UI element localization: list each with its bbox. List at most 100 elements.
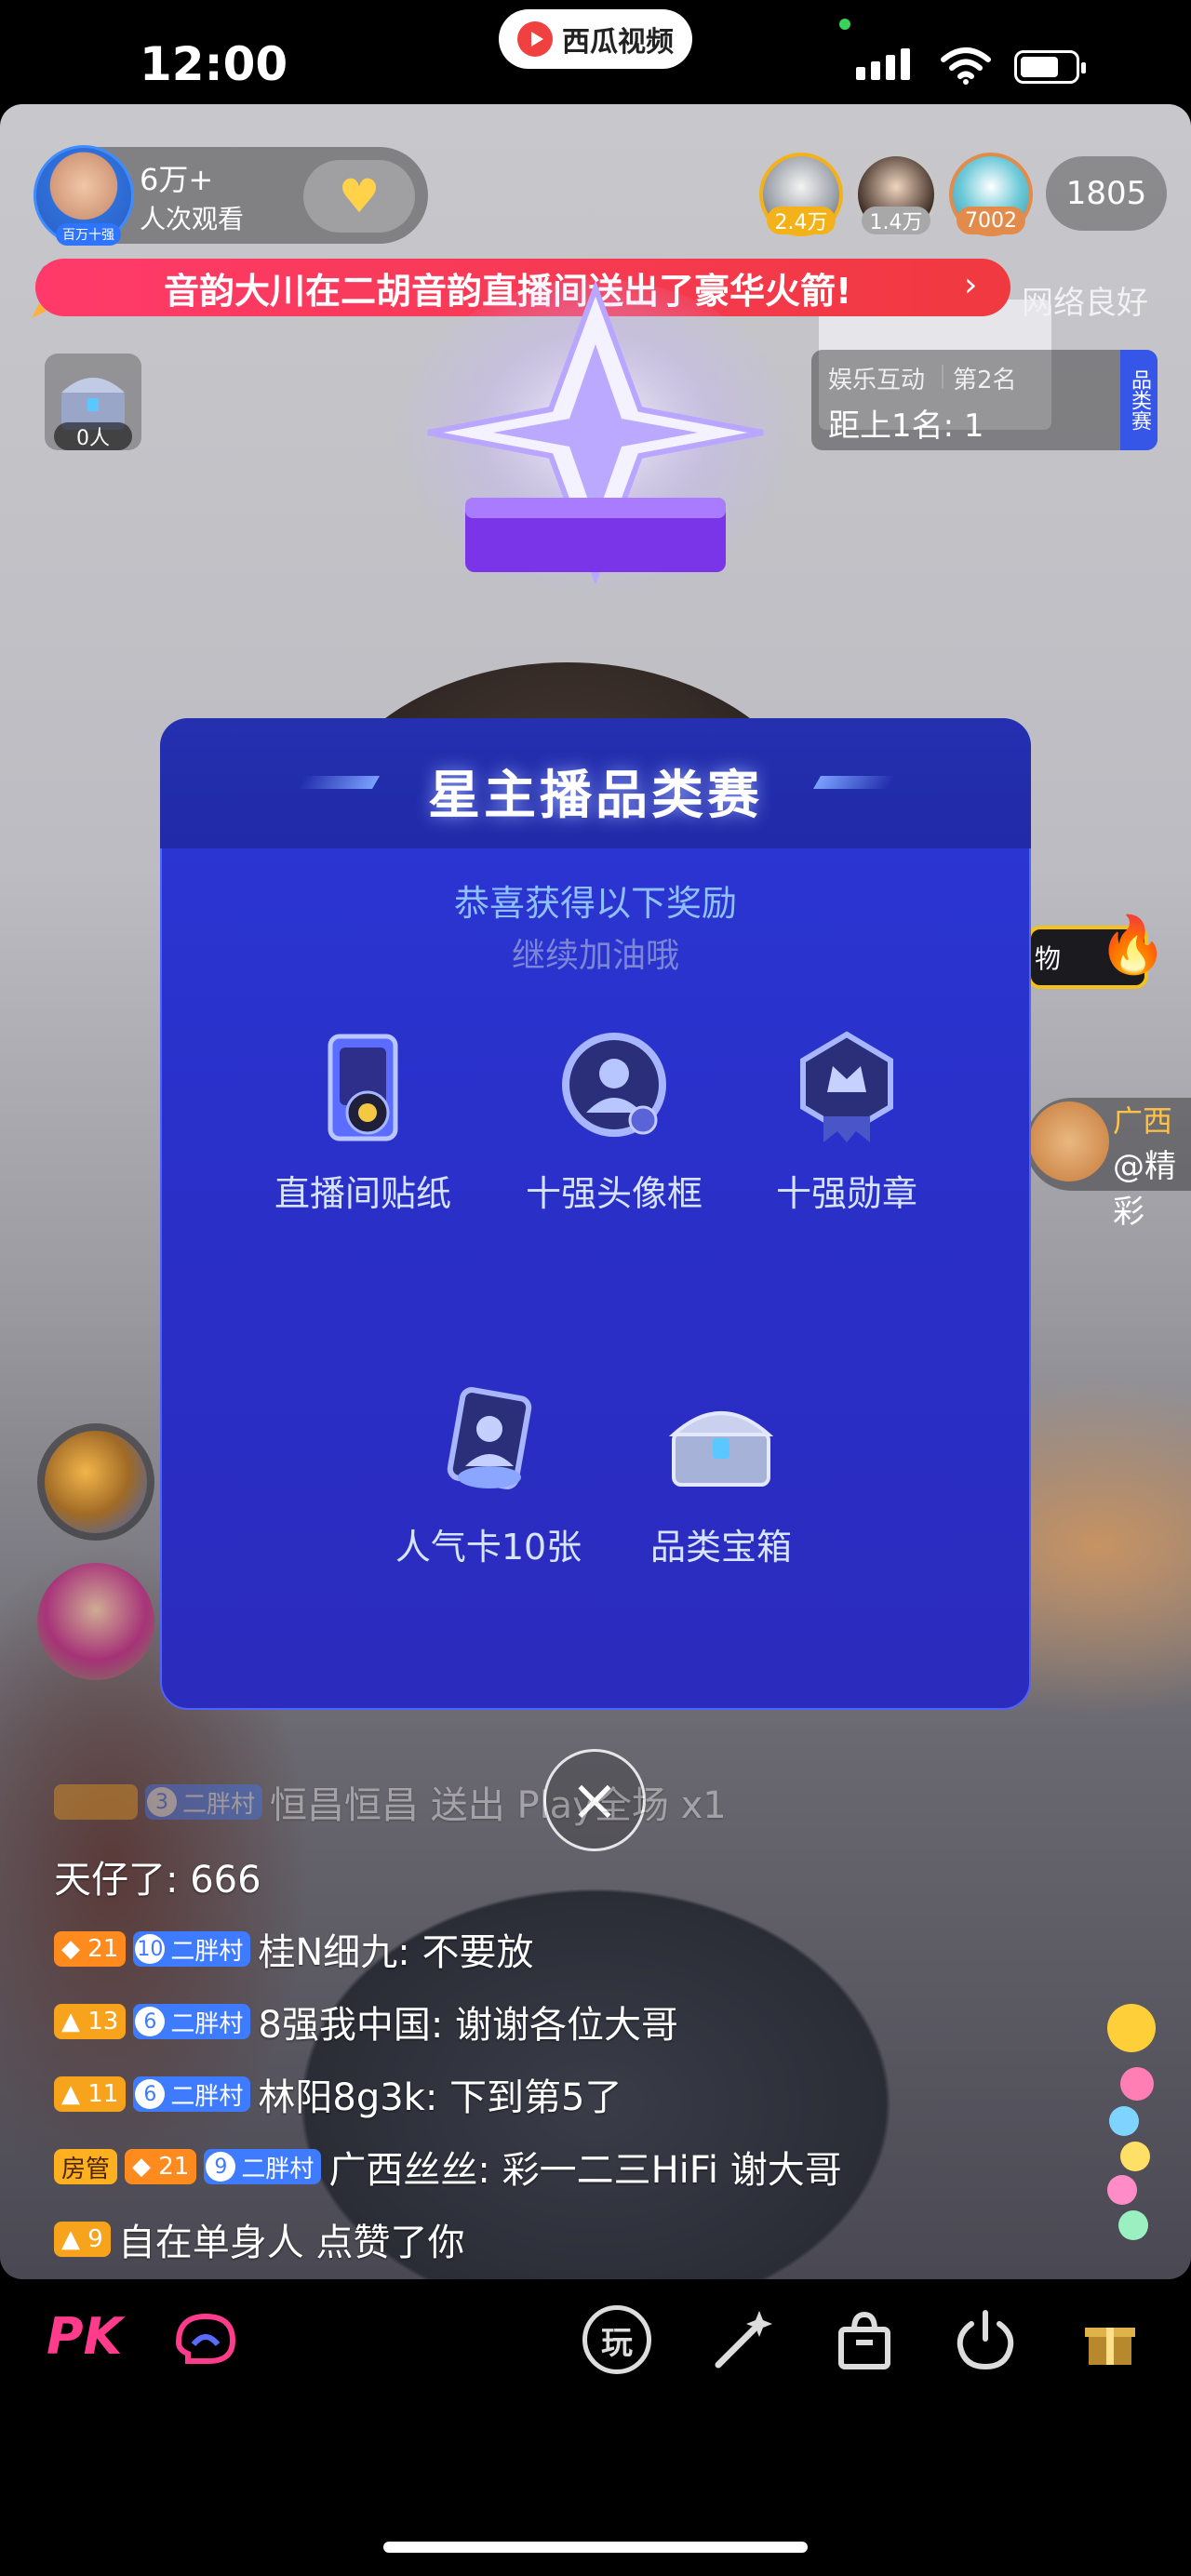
avatar-frame-icon xyxy=(562,1033,666,1137)
fan-club-name: 二胖村 xyxy=(182,1790,256,1819)
status-time: 12:00 xyxy=(140,37,288,91)
reward-label: 品类宝箱 xyxy=(649,1527,792,1568)
fan-level: 6 xyxy=(135,2079,166,2109)
user-level: 21 xyxy=(158,2153,190,2181)
user-level-badge: ▲ 13 xyxy=(54,2004,127,2039)
like-animation-icon xyxy=(1107,2004,1156,2240)
fan-club-name: 二胖村 xyxy=(170,2009,244,2038)
fan-club-badge: 9 二胖村 xyxy=(204,2149,322,2184)
magic-wand-icon[interactable] xyxy=(707,2305,776,2374)
reward-item: 人气卡10张 xyxy=(377,1381,600,1569)
linked-guest-avatar[interactable] xyxy=(37,1563,154,1680)
fan-club-badge: 6 二胖村 xyxy=(133,2004,251,2039)
fan-club-badge: 10 二胖村 xyxy=(133,1931,251,1967)
chat-message[interactable]: 天仔了: 666 xyxy=(54,1849,261,1903)
chat-text: 自在单身人 点赞了你 xyxy=(117,2222,465,2264)
chat-text: 林阳8g3k: 下到第5了 xyxy=(258,2076,622,2119)
gift-widget-text: 物 xyxy=(1035,943,1062,974)
user-level-badge: ▲ 9 xyxy=(54,2222,111,2257)
home-indicator[interactable] xyxy=(383,2542,808,2553)
star-trophy-icon xyxy=(391,279,800,614)
chat-message[interactable]: ▲ 13 6 二胖村 8强我中国: 谢谢各位大哥 xyxy=(54,1995,678,2049)
pk-button[interactable]: PK xyxy=(47,2307,122,2366)
host-avatar-tag: 百万十强 xyxy=(56,223,121,246)
chat-text: 桂N细九: 不要放 xyxy=(258,1931,534,1974)
fan-level: 6 xyxy=(135,2007,166,2036)
reward-label: 十强头像框 xyxy=(525,1173,703,1214)
reward-modal-encouragement: 继续加油哦 xyxy=(511,937,679,975)
guest-user-handle: @精彩 xyxy=(1113,1148,1176,1231)
camera-indicator xyxy=(839,19,850,30)
battery-icon xyxy=(1014,50,1086,84)
host-viewer-count: 6万+ xyxy=(140,162,214,197)
chat-message[interactable]: 房管 ◆ 21 9 二胖村 广西丝丝: 彩一二三HiFi 谢大哥 xyxy=(54,2140,842,2194)
fan-level: 10 xyxy=(135,1934,166,1964)
play-games-label: 玩 xyxy=(601,2324,633,2362)
power-icon[interactable] xyxy=(951,2305,1020,2374)
linked-host-avatar[interactable] xyxy=(37,1423,154,1541)
user-level: 11 xyxy=(87,2080,119,2108)
medal-icon xyxy=(800,1031,893,1142)
fan-club-name: 二胖村 xyxy=(241,2155,314,2183)
online-count[interactable]: 1805 xyxy=(1046,156,1167,231)
reward-item: 十强头像框 xyxy=(502,1027,726,1216)
fan-club-badge: 3 二胖村 xyxy=(145,1784,263,1820)
chevron-right-icon: › xyxy=(964,266,978,304)
rank-divider xyxy=(942,365,943,389)
follow-heart-icon[interactable]: ♥ xyxy=(303,160,415,233)
rank-gap: 距上1名: 1 xyxy=(828,407,984,445)
chat-bubble-icon[interactable] xyxy=(171,2305,240,2374)
user-level-badge: ◆ 21 xyxy=(125,2149,197,2184)
sticker-icon xyxy=(328,1034,398,1141)
chat-message[interactable]: ▲ 9 自在单身人 点赞了你 xyxy=(54,2212,465,2266)
reward-item: 十强勋章 xyxy=(735,1027,958,1216)
fan-level: 3 xyxy=(147,1787,177,1817)
fan-club-badge: 6 二胖村 xyxy=(133,2076,251,2112)
xigua-logo-icon xyxy=(517,21,553,57)
rank-side-text: 品类赛 xyxy=(1128,369,1151,431)
app-name: 西瓜视频 xyxy=(562,26,674,59)
chat-text: 8强我中国: 谢谢各位大哥 xyxy=(258,2004,679,2047)
treasure-chest-icon xyxy=(668,1411,774,1487)
reward-label: 十强勋章 xyxy=(775,1173,917,1214)
user-level: 13 xyxy=(87,2008,119,2035)
rank-side-label: 品类赛 xyxy=(1120,350,1158,450)
user-level: 9 xyxy=(87,2225,103,2253)
user-level-badge: ◆ 21 xyxy=(54,1931,127,1967)
chat-text: 恒昌恒昌 送出 Play全场 x1 xyxy=(270,1784,727,1827)
user-level-badge xyxy=(54,1784,138,1820)
reward-item: 品类宝箱 xyxy=(609,1381,833,1569)
guest-user-name: 广西 xyxy=(1113,1103,1173,1139)
user-level-badge: ▲ 11 xyxy=(54,2076,127,2112)
fan-club-name: 二胖村 xyxy=(170,2082,244,2111)
fire-icon: 🔥 xyxy=(1098,913,1168,978)
guest-user-avatar[interactable] xyxy=(1029,1101,1109,1181)
chat-text: 天仔了: 666 xyxy=(54,1859,261,1902)
reward-label: 人气卡10张 xyxy=(395,1527,582,1568)
wifi-icon xyxy=(941,47,991,85)
gift-hand-icon[interactable] xyxy=(1076,2305,1144,2374)
chat-message[interactable]: ◆ 21 10 二胖村 桂N细九: 不要放 xyxy=(54,1922,534,1976)
shopping-bag-icon[interactable] xyxy=(830,2305,899,2374)
top-viewer-badge: 2.4万 xyxy=(767,207,836,234)
app-source-pill[interactable]: 西瓜视频 xyxy=(499,9,692,69)
play-games-button[interactable]: 玩 xyxy=(582,2305,651,2374)
reward-label: 直播间贴纸 xyxy=(274,1173,451,1214)
top-viewer-badge: 7002 xyxy=(957,207,1025,234)
reward-item: 直播间贴纸 xyxy=(251,1027,475,1216)
popularity-card-icon xyxy=(447,1387,532,1489)
reward-modal-title: 星主播品类赛 xyxy=(428,766,763,826)
fan-level: 9 xyxy=(206,2152,236,2182)
network-status: 网络良好 xyxy=(1022,285,1148,322)
user-level: 21 xyxy=(87,1935,119,1963)
admin-badge: 房管 xyxy=(54,2149,118,2184)
reward-modal-subtitle: 恭喜获得以下奖励 xyxy=(453,883,737,924)
chat-message[interactable]: 3 二胖村 恒昌恒昌 送出 Play全场 x1 xyxy=(54,1775,727,1829)
chat-text: 广西丝丝: 彩一二三HiFi 谢大哥 xyxy=(328,2149,842,2192)
rank-category: 娱乐互动 xyxy=(828,367,926,394)
rank-place: 第2名 xyxy=(953,367,1017,394)
cellular-signal-icon xyxy=(856,48,910,80)
chat-message[interactable]: ▲ 11 6 二胖村 林阳8g3k: 下到第5了 xyxy=(54,2067,622,2121)
host-viewer-label: 人次观看 xyxy=(140,204,245,234)
fan-club-name: 二胖村 xyxy=(170,1937,244,1966)
